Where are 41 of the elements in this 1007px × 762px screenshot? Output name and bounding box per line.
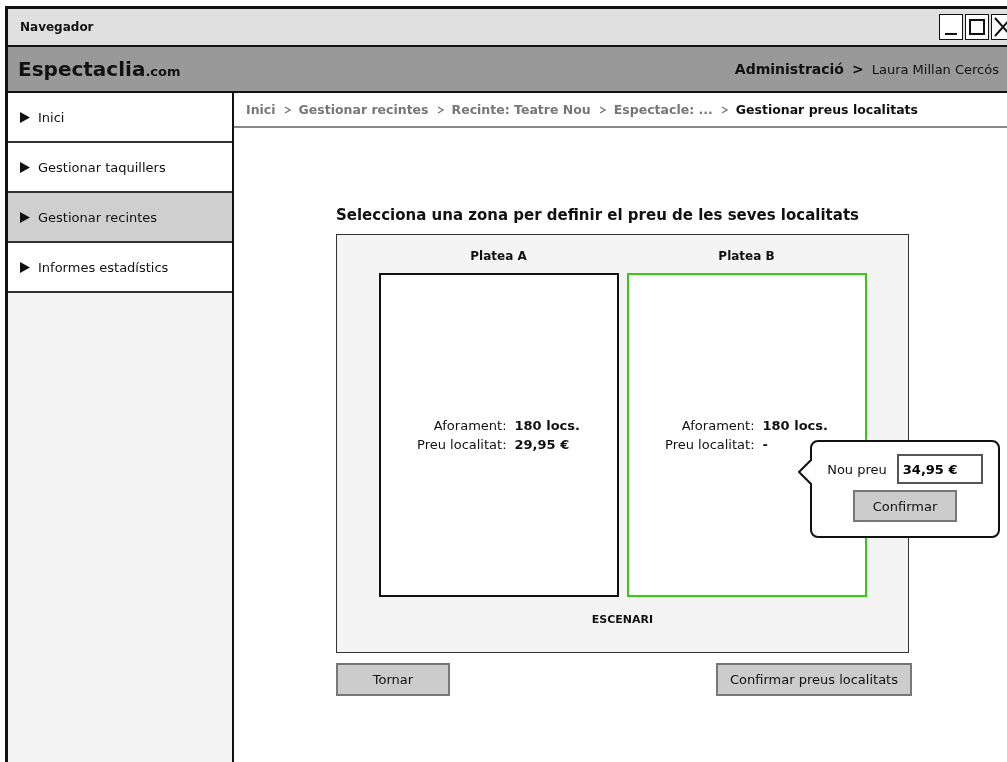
chevron-icon <box>436 105 444 114</box>
sidebar-item[interactable]: Informes estadístics <box>8 243 232 293</box>
chevron-icon <box>720 105 728 114</box>
price-input[interactable]: 34,95 € <box>896 454 983 484</box>
seating-zone[interactable]: Aforament: 180 locs. Preu localitat: 29,95 € <box>378 273 619 597</box>
separator: > <box>851 61 864 77</box>
sidebar-item[interactable]: Inici <box>8 93 232 143</box>
price-value: 29,95 € <box>514 437 571 452</box>
zone-name: Platea B <box>718 249 775 265</box>
breadcrumb-link[interactable]: Gestionar recintes <box>298 102 429 117</box>
stage-label: ESCENARI <box>591 613 654 626</box>
capacity-label: Aforament: <box>432 418 507 433</box>
user-name: Laura Millan Cercós <box>871 61 999 77</box>
section-title: Administració <box>734 61 844 77</box>
zone-name: Platea A <box>470 249 527 265</box>
breadcrumb-link[interactable]: Gestionar preus localitats <box>735 102 919 117</box>
sidebar-item[interactable]: Gestionar taquillers <box>8 143 232 193</box>
heading: Selecciona una zona per definir el preu de les seves localitats <box>336 206 860 224</box>
back-button[interactable]: Tornar <box>336 663 450 696</box>
confirm-button[interactable]: Confirmar <box>853 490 957 522</box>
sidebar-item[interactable]: Gestionar recintes <box>8 193 232 243</box>
breadcrumb-link[interactable]: Espectacle: ... <box>613 102 713 117</box>
confirm-prices-button[interactable]: Confirmar preus localitats <box>716 663 912 696</box>
price-label: Preu localitat: <box>417 437 507 452</box>
arrow-icon <box>20 211 30 223</box>
breadcrumb-link[interactable]: Recinte: Teatre Nou <box>451 102 591 117</box>
chevron-icon <box>283 105 291 114</box>
maximize-icon[interactable] <box>965 14 989 40</box>
breadcrumb-link[interactable]: Inici <box>246 102 276 117</box>
chevron-icon <box>598 105 606 114</box>
arrow-icon <box>20 261 30 273</box>
capacity-value: 180 locs. <box>514 418 580 433</box>
price-label: Preu localitat: <box>665 437 755 452</box>
arrow-icon <box>20 111 30 123</box>
window-title: Navegador <box>20 20 94 34</box>
capacity-value: 180 locs. <box>762 418 828 433</box>
capacity-label: Aforament: <box>680 418 755 433</box>
minimize-icon[interactable] <box>939 14 963 40</box>
arrow-icon <box>20 161 30 173</box>
price-value: - <box>762 437 769 452</box>
logo: Espectaclia.com <box>18 57 181 81</box>
